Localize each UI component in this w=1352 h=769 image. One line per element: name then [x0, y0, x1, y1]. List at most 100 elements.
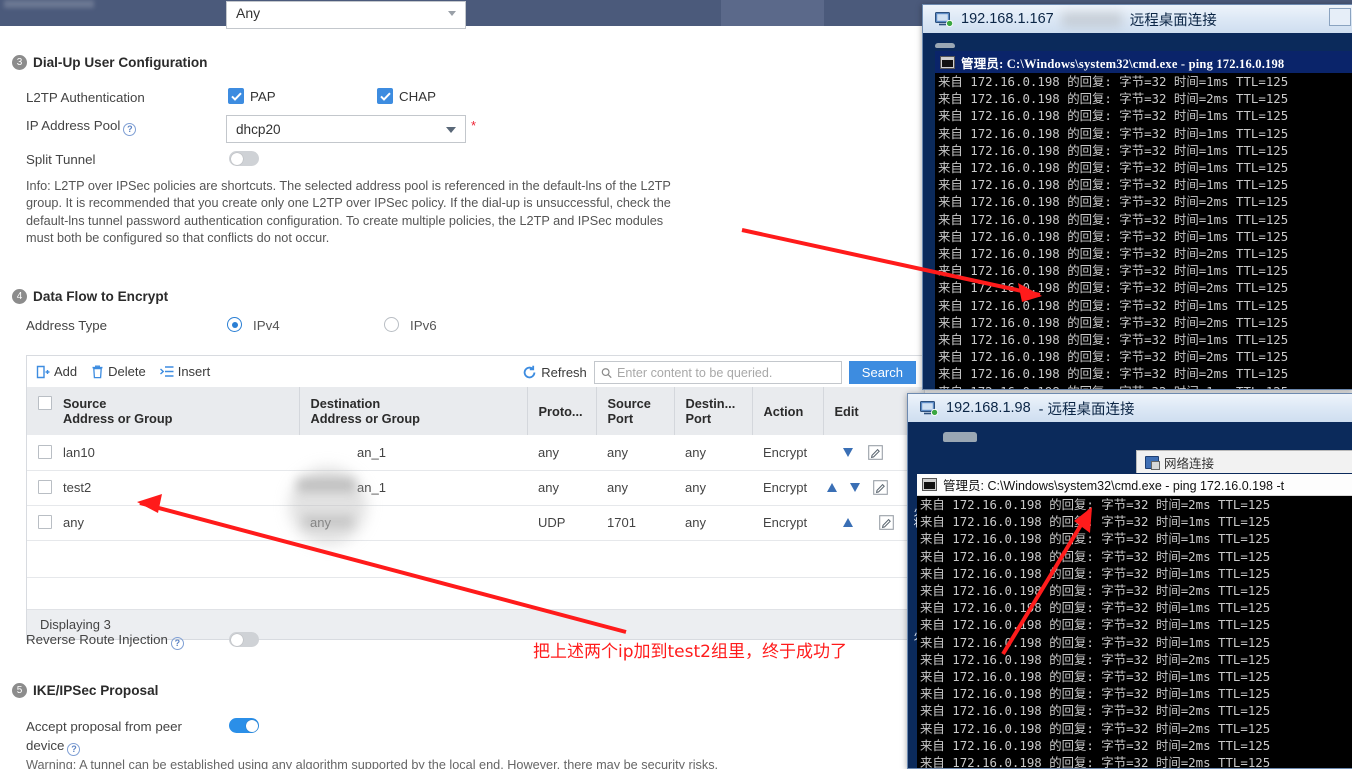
- refresh-button[interactable]: Refresh: [522, 365, 587, 380]
- any-select-value: Any: [236, 5, 260, 21]
- trash-lid-icon: [935, 43, 955, 48]
- cell-source-value: lan10: [63, 445, 95, 460]
- ip-address-pool-select[interactable]: dhcp20: [226, 115, 466, 143]
- desktop-icon[interactable]: [943, 432, 977, 460]
- cell-destination: any: [299, 505, 527, 540]
- network-connections-window[interactable]: 网络连接: [1136, 450, 1352, 473]
- cmd-titlebar[interactable]: 管理员: C:\Windows\system32\cmd.exe - ping …: [935, 51, 1352, 73]
- search-input[interactable]: [617, 366, 836, 380]
- toggle-knob: [231, 634, 243, 646]
- delete-button[interactable]: Delete: [91, 364, 146, 379]
- move-up-icon[interactable]: [843, 518, 853, 527]
- rdp-window-167[interactable]: 192.168.1.167 远程桌面连接 管理员: C:\Windows\sys…: [922, 4, 1352, 390]
- row-checkbox[interactable]: [38, 445, 52, 459]
- remote-desktop-icon: [935, 12, 953, 27]
- row-checkbox[interactable]: [38, 515, 52, 529]
- split-tunnel-toggle[interactable]: [229, 151, 259, 166]
- chap-checkbox[interactable]: [377, 88, 393, 104]
- address-type-ipv4-radio[interactable]: [227, 317, 242, 332]
- insert-button[interactable]: Insert: [160, 364, 211, 379]
- cell-destination-value: an_1: [310, 445, 386, 460]
- help-icon[interactable]: ?: [123, 123, 136, 136]
- move-up-icon[interactable]: [827, 483, 837, 492]
- address-type-ipv6-radio[interactable]: [384, 317, 399, 332]
- pap-checkbox[interactable]: [228, 88, 244, 104]
- ping-output: 来自 172.16.0.198 的回复: 字节=32 时间=1ms TTL=12…: [935, 73, 1352, 390]
- ipv4-label: IPv4: [253, 318, 280, 333]
- cell-action: Encrypt: [752, 435, 823, 470]
- cell-destination-port: any: [674, 505, 752, 540]
- col-action-l1: Action: [764, 404, 804, 419]
- header-title-blurred: [4, 0, 94, 8]
- col-destination: Destination Address or Group: [299, 387, 527, 435]
- col-destination-l2: Address or Group: [311, 411, 421, 426]
- table-row[interactable]: test2 an_1 any any any Encrypt: [27, 470, 924, 505]
- move-down-icon[interactable]: [843, 448, 853, 457]
- accept-proposal-label-line1: Accept proposal from peer: [26, 719, 182, 734]
- edit-icon[interactable]: [868, 445, 883, 460]
- cell-protocol: any: [527, 435, 596, 470]
- cell-source-port: any: [596, 435, 674, 470]
- section-5-number: 5: [12, 683, 27, 698]
- rdp-window-98[interactable]: 192.168.1.98 - 远程桌面连接 网络连接 火状 火 管理员: C:\…: [907, 393, 1352, 769]
- add-button[interactable]: Add: [36, 364, 77, 379]
- edit-icon[interactable]: [879, 515, 894, 530]
- ip-address-pool-text: IP Address Pool: [26, 118, 120, 133]
- cell-destination: an_1: [299, 470, 527, 505]
- accept-proposal-toggle[interactable]: [229, 718, 259, 733]
- move-down-icon[interactable]: [850, 483, 860, 492]
- help-icon[interactable]: ?: [67, 743, 80, 756]
- cell-destination-value: an_1: [310, 480, 386, 495]
- edit-icon[interactable]: [873, 480, 888, 495]
- toggle-knob: [231, 153, 243, 165]
- search-button[interactable]: Search: [849, 361, 916, 384]
- rdp-titlebar[interactable]: 192.168.1.167 远程桌面连接: [923, 5, 1352, 33]
- col-source-port: Source Port: [596, 387, 674, 435]
- table-row[interactable]: any any UDP 1701 any Encrypt: [27, 505, 924, 540]
- data-flow-table: Source Address or Group Destination Addr…: [27, 387, 924, 578]
- help-icon[interactable]: ?: [171, 637, 184, 650]
- rdp-restore-button[interactable]: [1329, 8, 1351, 26]
- table-toolbar: Add Delete Insert: [27, 356, 924, 387]
- chevron-down-icon: [446, 127, 456, 133]
- cmd-window-ping[interactable]: 管理员: C:\Windows\system32\cmd.exe - ping …: [935, 51, 1352, 390]
- cmd-titlebar[interactable]: 管理员: C:\Windows\system32\cmd.exe - ping …: [917, 474, 1352, 496]
- annotation-text: 把上述两个ip加到test2组里，终于成功了: [533, 637, 847, 662]
- table-empty-row: [27, 540, 924, 577]
- add-label: Add: [54, 364, 77, 379]
- cmd-icon: [922, 478, 937, 491]
- split-tunnel-label: Split Tunnel: [26, 152, 95, 167]
- col-action: Action: [752, 387, 823, 435]
- cell-source-port: 1701: [596, 505, 674, 540]
- table-empty-cell: [27, 540, 924, 577]
- data-flow-table-panel: Add Delete Insert: [26, 355, 925, 640]
- delete-label: Delete: [108, 364, 146, 379]
- col-protocol: Proto...: [527, 387, 596, 435]
- header-active-tab[interactable]: [721, 0, 824, 26]
- refresh-icon: [522, 365, 537, 380]
- col-edit-l1: Edit: [835, 404, 859, 419]
- select-all-checkbox[interactable]: [38, 396, 52, 410]
- section-5-heading: 5 IKE/IPSec Proposal: [12, 683, 158, 698]
- row-checkbox[interactable]: [38, 480, 52, 494]
- rdp-title-suffix: 远程桌面连接: [1130, 9, 1217, 30]
- col-source: Source Address or Group: [27, 387, 299, 435]
- col-source-l2: Address or Group: [63, 411, 173, 426]
- accept-proposal-label-line2: device?: [26, 738, 80, 756]
- cell-source: test2: [27, 470, 299, 505]
- reverse-route-injection-toggle[interactable]: [229, 632, 259, 647]
- rdp-titlebar[interactable]: 192.168.1.98 - 远程桌面连接: [908, 394, 1352, 422]
- cmd-window-ping-t[interactable]: 管理员: C:\Windows\system32\cmd.exe - ping …: [917, 474, 1352, 769]
- cell-source-port: any: [596, 470, 674, 505]
- ip-address-pool-value: dhcp20: [236, 122, 281, 137]
- displaying-count: Displaying 3: [40, 617, 111, 632]
- section-4-heading: 4 Data Flow to Encrypt: [12, 289, 168, 304]
- check-icon: [231, 92, 242, 101]
- any-select[interactable]: Any: [226, 1, 466, 29]
- search-box[interactable]: [594, 361, 842, 384]
- insert-icon: [160, 365, 174, 378]
- cell-source: any: [27, 505, 299, 540]
- table-row[interactable]: lan10 an_1 any any any Encrypt: [27, 435, 924, 470]
- l2tp-authentication-label: L2TP Authentication: [26, 90, 145, 105]
- insert-label: Insert: [178, 364, 211, 379]
